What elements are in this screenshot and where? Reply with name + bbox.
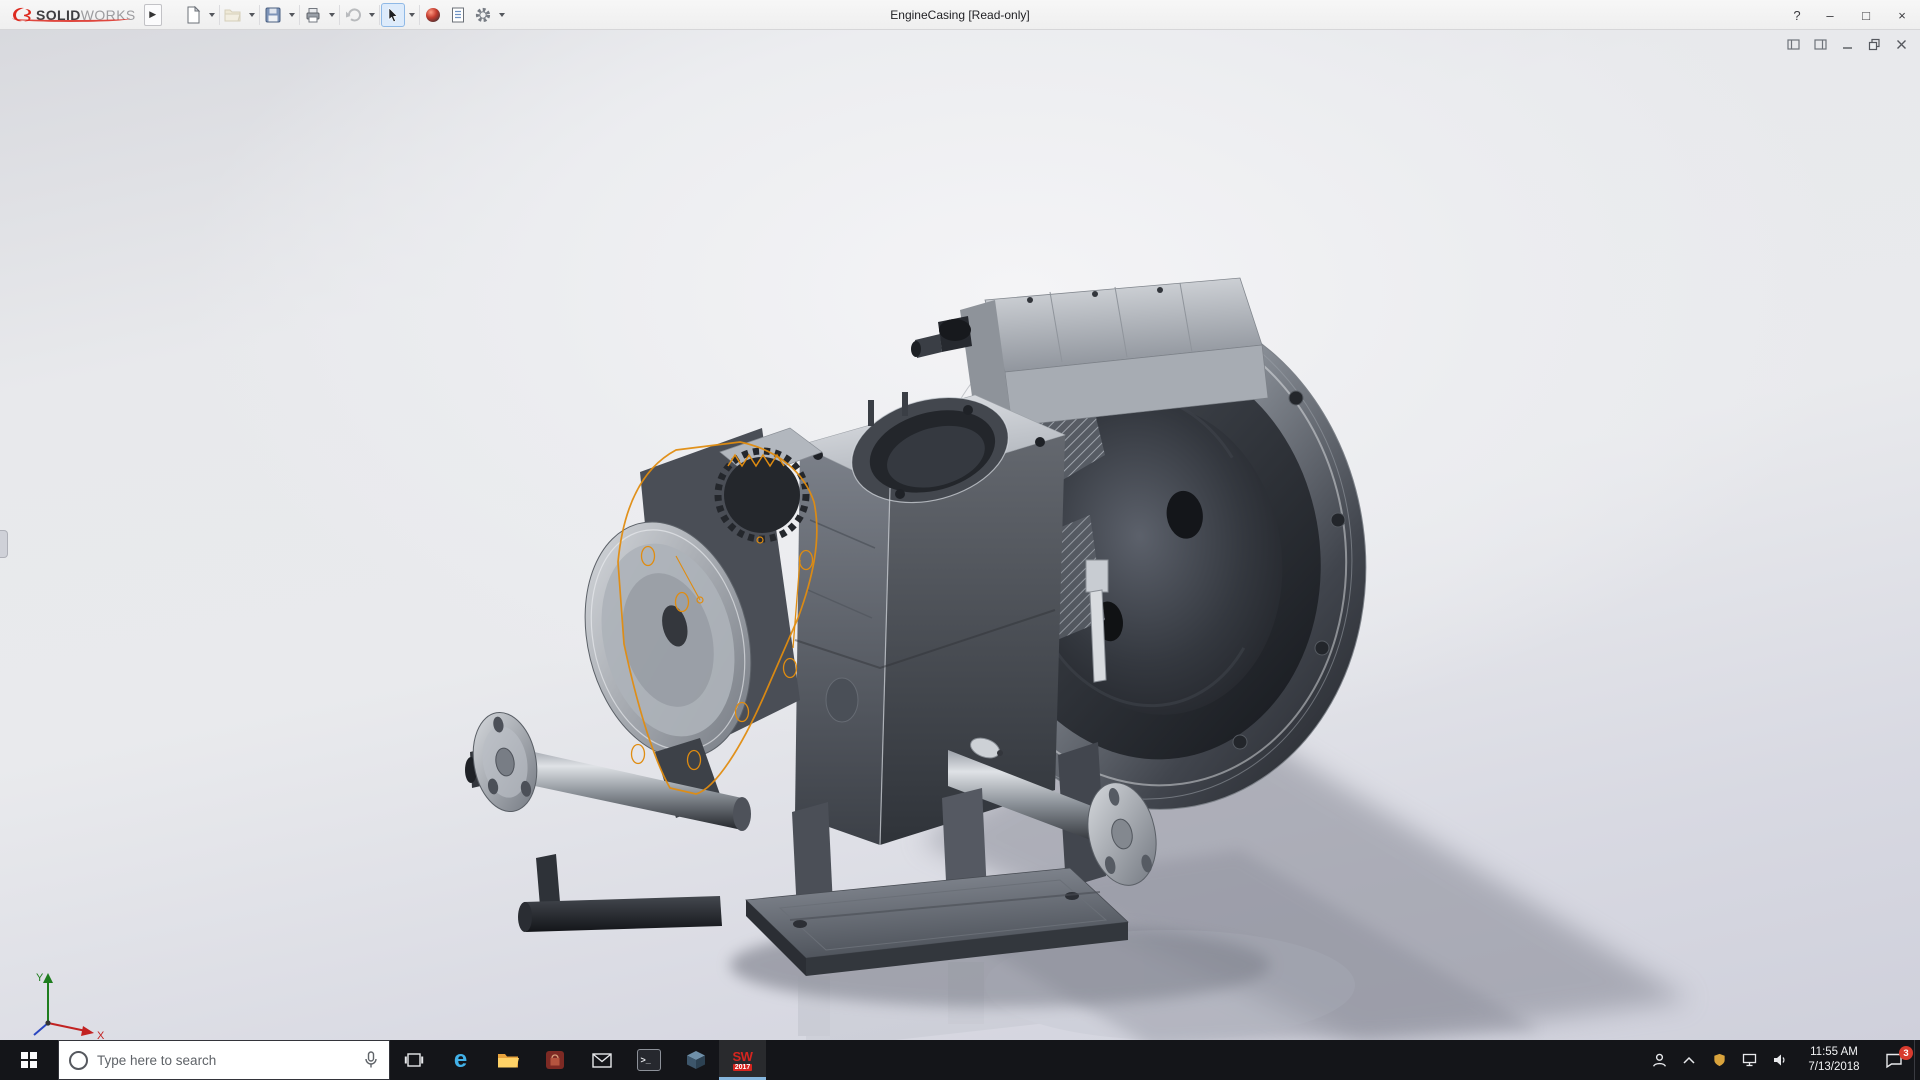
new-document-button[interactable] — [181, 3, 205, 27]
edge-icon: e — [453, 1046, 468, 1073]
file-explorer-button[interactable] — [484, 1040, 531, 1080]
show-desktop-button[interactable] — [1914, 1040, 1920, 1080]
undo-arrow-icon — [345, 7, 361, 21]
chevron-down-icon[interactable] — [408, 12, 415, 17]
graphics-viewport[interactable]: Y X *Dimetric — [0, 30, 1920, 1064]
select-tool-button[interactable] — [380, 2, 405, 27]
axis-y-label: Y — [36, 972, 44, 984]
document-close-button[interactable] — [1890, 35, 1912, 53]
people-button[interactable] — [1644, 1040, 1674, 1080]
minimize-button[interactable]: – — [1812, 0, 1848, 30]
shield-icon — [1713, 1053, 1725, 1067]
titlebar: SOLID WORKS ▶ EngineCasing [Read-only] ?… — [0, 0, 1920, 30]
system-tray: 11:55 AM 7/13/2018 3 — [1644, 1040, 1920, 1080]
chevron-down-icon[interactable] — [288, 12, 295, 17]
pane-left-icon[interactable] — [1782, 35, 1804, 53]
toolbar-separator — [378, 4, 380, 25]
panel-expand-handle[interactable] — [0, 530, 8, 558]
chevron-down-icon[interactable] — [208, 12, 215, 17]
clock-date: 7/13/2018 — [1808, 1061, 1860, 1073]
cad-viewer-button[interactable] — [672, 1040, 719, 1080]
task-view-icon — [404, 1053, 423, 1067]
store-icon — [545, 1051, 564, 1069]
maximize-button[interactable]: □ — [1848, 0, 1884, 30]
cortana-icon — [69, 1050, 88, 1070]
chevron-up-icon — [1683, 1056, 1695, 1064]
engine-casing-model — [465, 277, 1690, 1040]
chevron-down-icon[interactable] — [368, 12, 375, 17]
start-button[interactable] — [0, 1040, 58, 1080]
options-button[interactable] — [471, 3, 495, 27]
store-app-button[interactable] — [531, 1040, 578, 1080]
titlebar-window-controls: ? – □ × — [1782, 0, 1920, 30]
command-prompt-button[interactable]: >_ — [625, 1040, 672, 1080]
solidworks-icon: SW 2017 — [733, 1050, 753, 1071]
document-lines-icon — [451, 7, 464, 22]
search-input[interactable] — [97, 1052, 354, 1068]
lower-left-bar — [518, 854, 722, 932]
toolbar-separator — [258, 4, 260, 25]
cube-app-icon — [686, 1051, 705, 1069]
orientation-triad: Y X — [33, 972, 105, 1042]
save-button[interactable] — [261, 3, 285, 27]
windows-logo-icon — [21, 1052, 37, 1068]
print-icon — [306, 7, 320, 22]
document-title: EngineCasing [Read-only] — [890, 8, 1030, 22]
windows-taskbar: e >_ SW 2017 — [0, 1040, 1920, 1080]
tray-overflow-button[interactable] — [1674, 1040, 1704, 1080]
undo-button[interactable] — [341, 3, 365, 27]
file-explorer-icon — [497, 1054, 519, 1068]
toolbar-flyout-button[interactable]: ▶ — [143, 3, 162, 26]
notification-badge: 3 — [1899, 1046, 1913, 1060]
print-button[interactable] — [301, 3, 325, 27]
save-floppy-icon — [265, 7, 281, 22]
document-window-controls — [1782, 35, 1912, 53]
appearances-button[interactable] — [421, 3, 445, 27]
volume-tray-button[interactable] — [1764, 1040, 1794, 1080]
microphone-icon[interactable] — [363, 1051, 379, 1069]
toolbar-separator — [218, 4, 220, 25]
chevron-down-icon[interactable] — [328, 12, 335, 17]
task-view-button[interactable] — [390, 1040, 437, 1080]
solidworks-icon-year: 2017 — [732, 1063, 753, 1071]
network-tray-button[interactable] — [1734, 1040, 1764, 1080]
chevron-down-icon[interactable] — [498, 12, 505, 17]
gear-icon — [475, 7, 490, 22]
design-binder-button[interactable] — [446, 3, 470, 27]
mail-app-button[interactable] — [578, 1040, 625, 1080]
appearance-sphere-icon — [425, 7, 440, 22]
ds-logo-icon — [13, 7, 31, 21]
document-minimize-button[interactable] — [1836, 35, 1858, 53]
mail-envelope-icon — [591, 1052, 612, 1068]
command-prompt-icon: >_ — [636, 1049, 661, 1071]
solidworks-logo: SOLID WORKS — [0, 5, 144, 25]
chevron-down-icon[interactable] — [248, 12, 255, 17]
action-center-button[interactable]: 3 — [1874, 1040, 1914, 1080]
taskbar-clock[interactable]: 11:55 AM 7/13/2018 — [1794, 1045, 1874, 1075]
left-cover-assembly — [584, 427, 823, 818]
document-restore-button[interactable] — [1863, 35, 1885, 53]
help-button[interactable]: ? — [1782, 0, 1812, 30]
toolbar-separator — [298, 4, 300, 25]
clock-time: 11:55 AM — [1810, 1046, 1858, 1059]
taskbar-search[interactable] — [58, 1040, 390, 1080]
pane-right-icon[interactable] — [1809, 35, 1831, 53]
brand-swoosh — [12, 15, 130, 22]
toolbar-separator — [338, 4, 340, 25]
open-folder-icon — [224, 9, 241, 21]
network-icon — [1742, 1053, 1756, 1067]
close-button[interactable]: × — [1884, 0, 1920, 30]
edge-browser-button[interactable]: e — [437, 1040, 484, 1080]
speaker-icon — [1773, 1054, 1785, 1066]
quick-access-toolbar — [176, 0, 513, 30]
security-tray-button[interactable] — [1704, 1040, 1734, 1080]
open-button[interactable] — [221, 3, 245, 27]
crankcase-block — [794, 392, 1066, 846]
solidworks-app-button[interactable]: SW 2017 — [719, 1040, 766, 1080]
toolbar-separator — [418, 4, 420, 25]
select-cursor-icon — [388, 6, 398, 22]
new-document-icon — [187, 5, 200, 23]
people-icon — [1652, 1053, 1666, 1067]
solidworks-icon-label: SW — [732, 1048, 753, 1064]
